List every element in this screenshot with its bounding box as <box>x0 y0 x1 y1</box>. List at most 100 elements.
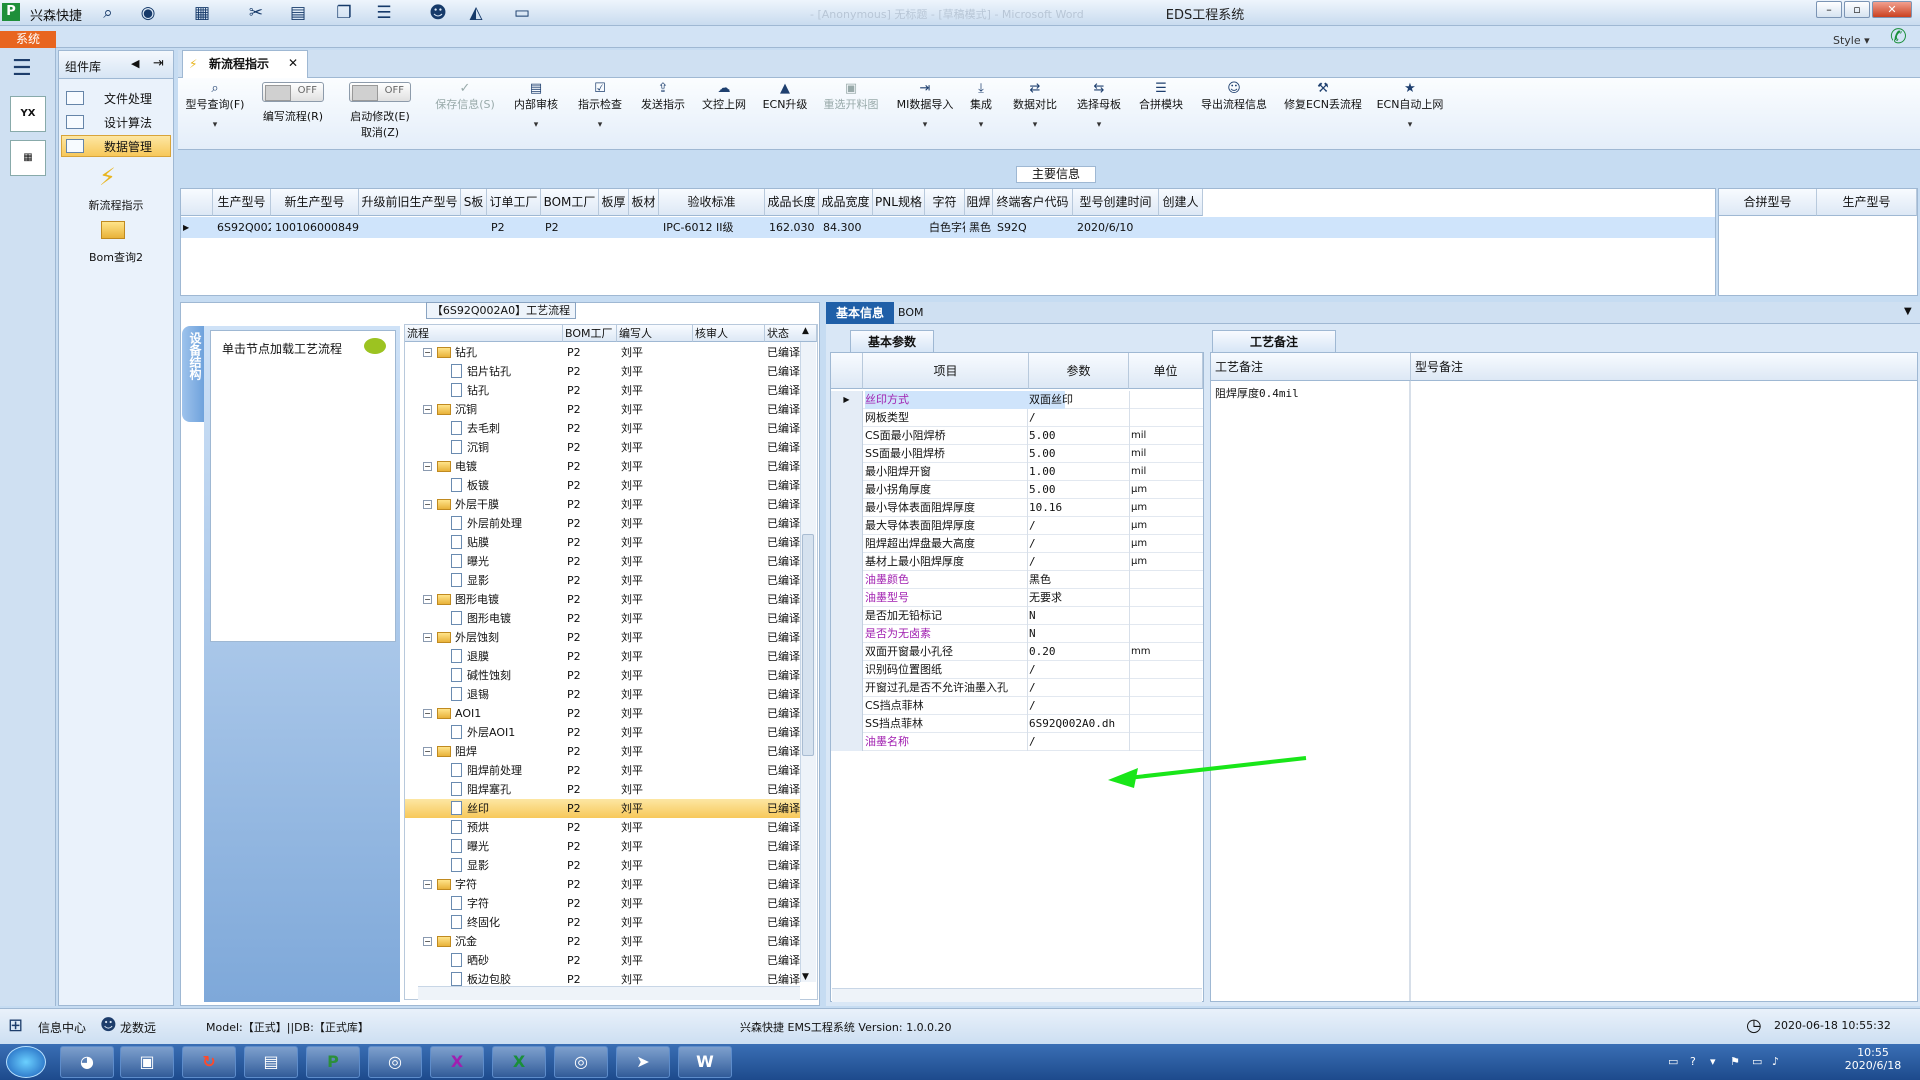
column-header[interactable]: 生产型号 <box>1817 189 1917 216</box>
param-value[interactable]: N <box>1029 625 1129 643</box>
expand-toggle-icon[interactable]: − <box>423 405 432 414</box>
param-value[interactable]: 黑色 <box>1029 571 1129 589</box>
tree-row[interactable]: 终固化 P2 刘平 已编译 <box>405 913 803 932</box>
param-row[interactable]: SS面最小阻焊桥 5.00 mil <box>831 445 1203 463</box>
data-compare-button[interactable]: ⇄ 数据对比 ▾ <box>1008 82 1062 131</box>
param-row[interactable]: 油墨型号 无要求 <box>831 589 1203 607</box>
complib-item-file[interactable]: 文件处理 <box>61 87 171 109</box>
tab-process-notes[interactable]: 工艺备注 <box>1212 330 1336 352</box>
table-cell[interactable] <box>465 217 487 238</box>
tab-system[interactable]: 系统 <box>0 31 56 48</box>
column-header[interactable]: 编写人 <box>617 325 693 342</box>
cancel-button[interactable]: 取消(Z) <box>361 126 399 139</box>
expand-toggle-icon[interactable]: − <box>423 500 432 509</box>
swirl-icon[interactable]: ↻ <box>182 1046 236 1078</box>
param-value[interactable]: 无要求 <box>1029 589 1129 607</box>
param-value[interactable]: 5.00 <box>1029 481 1129 499</box>
toggle-switch[interactable]: OFF <box>349 82 411 102</box>
dropdown-arrow-icon[interactable]: ▾ <box>574 120 626 130</box>
fish2-icon[interactable]: ◎ <box>554 1046 608 1078</box>
scroll-down-icon[interactable]: ▼ <box>802 972 809 982</box>
column-header[interactable]: PNL规格 <box>873 189 925 216</box>
param-row[interactable]: 最小拐角厚度 5.00 μm <box>831 481 1203 499</box>
tray-volume-icon[interactable]: ♪ <box>1772 1055 1779 1068</box>
tree-row[interactable]: − 外层干膜 P2 刘平 已编译 <box>405 495 803 514</box>
column-header[interactable]: 型号创建时间 <box>1073 189 1159 216</box>
column-header[interactable]: 升级前旧生产型号 <box>359 189 461 216</box>
yx-app-icon[interactable]: YX <box>10 96 46 132</box>
column-header[interactable]: 创建人 <box>1159 189 1203 216</box>
table-cell[interactable]: 黑色 <box>969 217 993 238</box>
table-cell[interactable]: P2 <box>491 217 541 238</box>
tree-row[interactable]: − AOI1 P2 刘平 已编译 <box>405 704 803 723</box>
column-header[interactable]: 订单工厂 <box>487 189 541 216</box>
tree-horizontal-scrollbar[interactable] <box>418 986 800 1000</box>
param-value[interactable]: 双面丝印 <box>1029 391 1129 409</box>
dropdown-arrow-icon[interactable]: ▾ <box>964 120 998 130</box>
tray-chevron-icon[interactable]: ▾ <box>1710 1055 1716 1068</box>
tree-row[interactable]: − 电镀 P2 刘平 已编译 <box>405 457 803 476</box>
column-header[interactable]: 核审人 <box>693 325 765 342</box>
table-cell[interactable]: S92Q <box>997 217 1073 238</box>
param-value[interactable]: N <box>1029 607 1129 625</box>
tree-row[interactable]: 碱性蚀刻 P2 刘平 已编译 <box>405 666 803 685</box>
send-icon[interactable]: ➤ <box>616 1046 670 1078</box>
param-row[interactable]: 最小导体表面阻焊厚度 10.16 μm <box>831 499 1203 517</box>
param-row[interactable]: CS挡点菲林 / <box>831 697 1203 715</box>
tree-row[interactable]: 曝光 P2 刘平 已编译 <box>405 837 803 856</box>
column-header[interactable]: 阻焊 <box>965 189 993 216</box>
param-row[interactable]: 油墨名称 / <box>831 733 1203 751</box>
tree-row[interactable]: 板镀 P2 刘平 已编译 <box>405 476 803 495</box>
tool-bom-query[interactable]: Bom查询2 <box>59 249 173 265</box>
tree-row[interactable]: 外层AOI1 P2 刘平 已编译 <box>405 723 803 742</box>
tree-row[interactable]: 钻孔 P2 刘平 已编译 <box>405 381 803 400</box>
table-cell[interactable]: 2020/6/10 <box>1077 217 1159 238</box>
column-header[interactable]: S板 <box>461 189 487 216</box>
param-row[interactable]: 是否加无铅标记 N <box>831 607 1203 625</box>
tree-row[interactable]: − 沉金 P2 刘平 已编译 <box>405 932 803 951</box>
tree-row[interactable]: 图形电镀 P2 刘平 已编译 <box>405 609 803 628</box>
param-value[interactable]: 1.00 <box>1029 463 1129 481</box>
tree-row[interactable]: 铝片钻孔 P2 刘平 已编译 <box>405 362 803 381</box>
info-center-link[interactable]: 信息中心 <box>38 1019 86 1036</box>
tree-row[interactable]: 显影 P2 刘平 已编译 <box>405 571 803 590</box>
notepad-icon[interactable]: ▤ <box>244 1046 298 1078</box>
internal-review-button[interactable]: ▤ 内部审核 ▾ <box>510 82 562 131</box>
column-header[interactable]: 终端客户代码 <box>993 189 1073 216</box>
complib-item-algorithm[interactable]: 设计算法 <box>61 111 171 133</box>
windows-grid-icon[interactable]: ⊞ <box>8 1015 23 1036</box>
table-cell[interactable]: P2 <box>545 217 599 238</box>
restore-button[interactable]: ▫ <box>1844 1 1870 18</box>
param-value[interactable]: 5.00 <box>1029 427 1129 445</box>
tray-network-icon[interactable]: ▭ <box>1668 1055 1678 1068</box>
table-cell[interactable]: 162.030 <box>769 217 819 238</box>
param-value[interactable]: 0.20 <box>1029 643 1129 661</box>
column-header[interactable]: 工艺备注 <box>1211 353 1411 381</box>
hamburger-menu-icon[interactable]: ☰ <box>12 56 32 81</box>
param-row[interactable]: 油墨颜色 黑色 <box>831 571 1203 589</box>
expand-toggle-icon[interactable]: − <box>423 462 432 471</box>
mi-import-button[interactable]: ⇥ MI数据导入 ▾ <box>894 82 956 131</box>
tree-row[interactable]: 晒砂 P2 刘平 已编译 <box>405 951 803 970</box>
tray-help-icon[interactable]: ? <box>1690 1055 1696 1068</box>
table-cell[interactable]: 84.300 <box>823 217 873 238</box>
param-row[interactable]: SS挡点菲林 6S92Q002A0.dh <box>831 715 1203 733</box>
dropdown-arrow-icon[interactable]: ▾ <box>1008 120 1062 130</box>
save-info-button[interactable]: ✓ 保存信息(S) <box>430 82 500 112</box>
param-value[interactable]: / <box>1029 553 1129 571</box>
expand-toggle-icon[interactable]: − <box>423 880 432 889</box>
column-header[interactable]: 合拼型号 <box>1719 189 1817 216</box>
param-row[interactable]: 网板类型 / <box>831 409 1203 427</box>
param-value[interactable]: 5.00 <box>1029 445 1129 463</box>
excel-icon[interactable]: X <box>492 1046 546 1078</box>
word-icon[interactable]: W <box>678 1046 732 1078</box>
tree-row[interactable]: − 阻焊 P2 刘平 已编译 <box>405 742 803 761</box>
select-mother-board-button[interactable]: ⇆ 选择母板 ▾ <box>1072 82 1126 131</box>
column-header[interactable]: 成品宽度 <box>819 189 873 216</box>
tree-row[interactable]: 曝光 P2 刘平 已编译 <box>405 552 803 571</box>
ecn-auto-online-button[interactable]: ★ ECN自动上网 ▾ <box>1374 82 1446 131</box>
process-note-value[interactable]: 阻焊厚度0.4mil <box>1215 385 1299 401</box>
ecn-upgrade-button[interactable]: ▲ ECN升级 <box>760 82 810 112</box>
param-horizontal-scrollbar[interactable] <box>832 988 1202 1002</box>
param-value[interactable]: / <box>1029 697 1129 715</box>
